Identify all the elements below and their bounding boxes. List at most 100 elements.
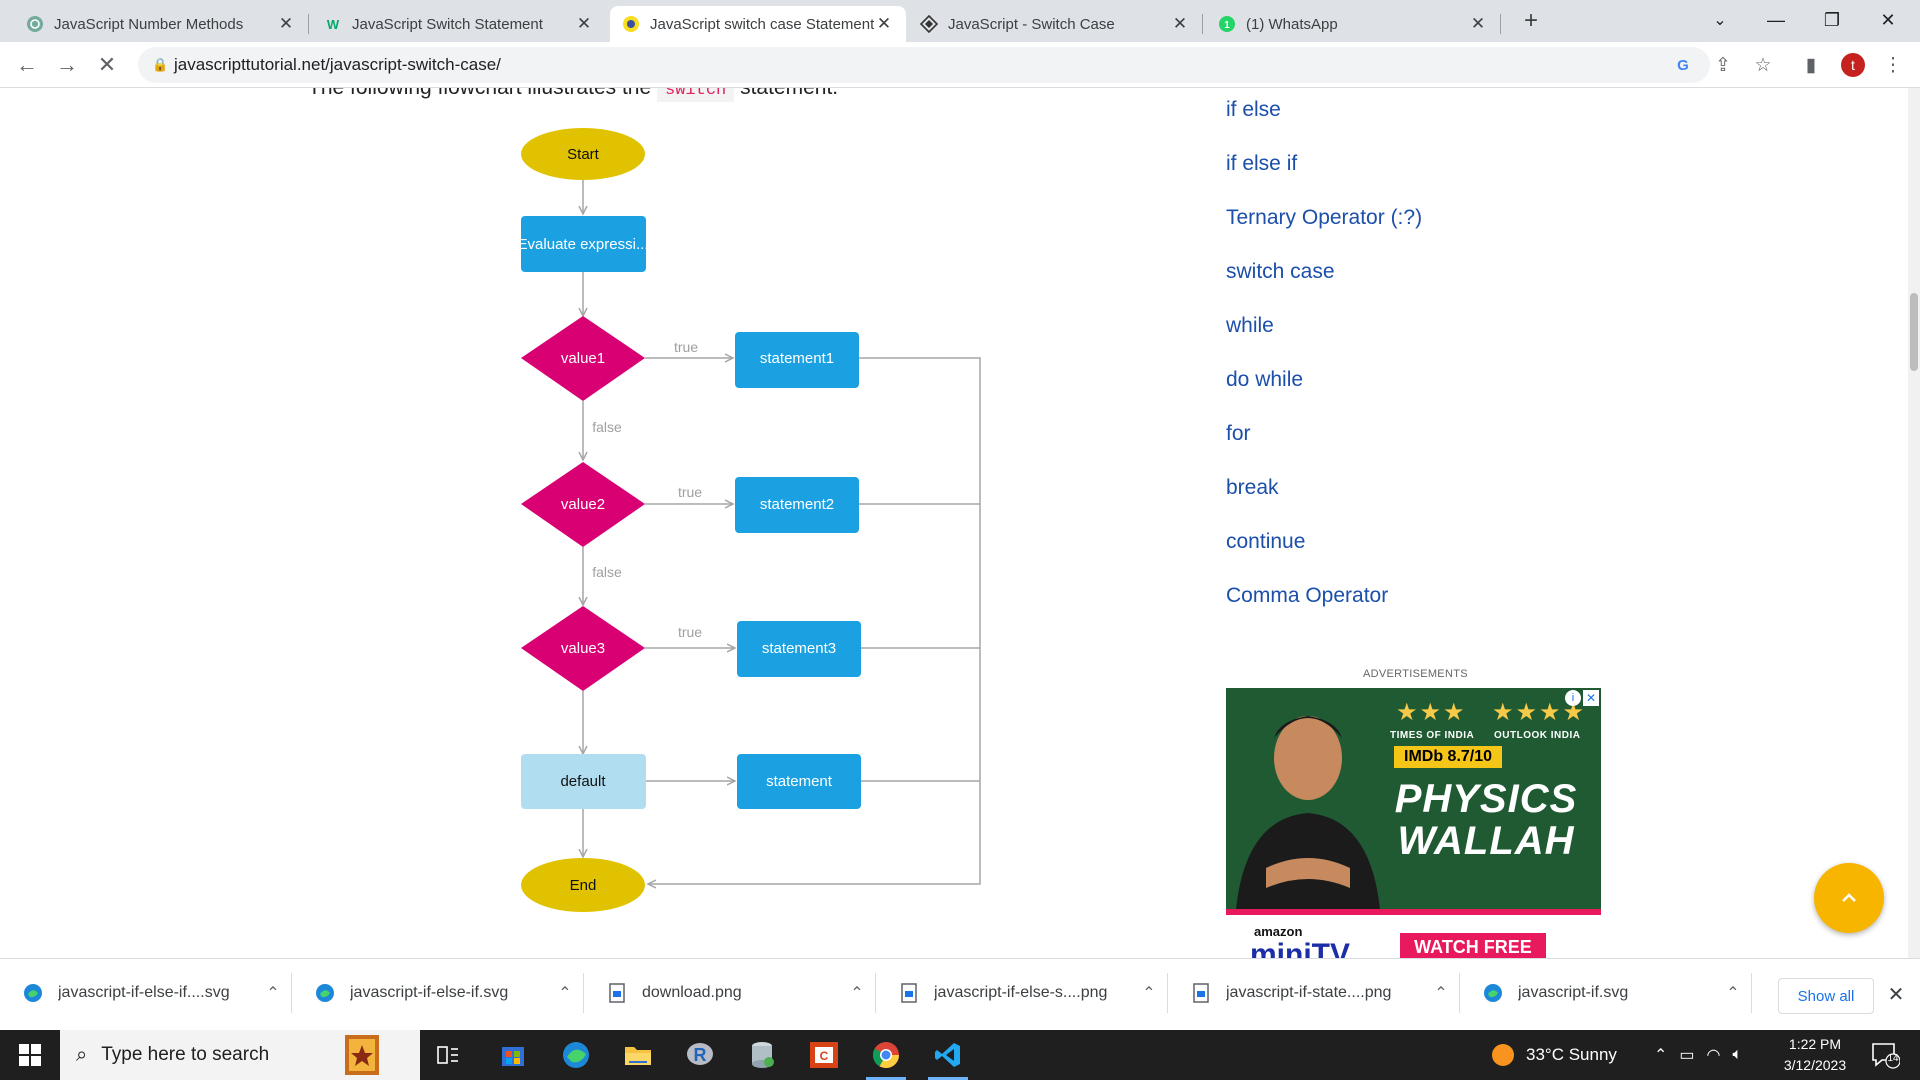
chrome-browser-icon[interactable] xyxy=(858,1030,914,1080)
tab-search-button[interactable]: ⌄ xyxy=(1692,0,1748,40)
sidebar-link-if-else-if[interactable]: if else if xyxy=(1226,152,1422,206)
task-view-icon[interactable] xyxy=(420,1030,476,1080)
sidebar-link-ternary[interactable]: Ternary Operator (:?) xyxy=(1226,206,1422,260)
ad-brand-title: PHYSICS WALLAH xyxy=(1386,778,1586,862)
chevron-up-icon[interactable]: ⌃ xyxy=(550,983,580,1003)
sidebar-link-while[interactable]: while xyxy=(1226,314,1422,368)
statement3-label: statement3 xyxy=(762,640,836,657)
profile-avatar[interactable]: t xyxy=(1838,50,1868,80)
chevron-up-icon[interactable]: ⌃ xyxy=(258,983,288,1003)
volume-icon[interactable]: 🔈︎ xyxy=(1733,1046,1743,1064)
wifi-icon[interactable]: ◠ xyxy=(1707,1045,1721,1065)
tab-switch-statement[interactable]: W JavaScript Switch Statement ✕ xyxy=(312,6,606,42)
vscode-icon[interactable] xyxy=(920,1030,976,1080)
close-download-shelf-icon[interactable]: ✕ xyxy=(1880,979,1912,1011)
scroll-to-top-button[interactable] xyxy=(1814,863,1884,933)
system-tray: ⌃ ▭ ◠ 🔈︎ xyxy=(1654,1030,1742,1080)
url-text: javascripttutorial.net/javascript-switch… xyxy=(174,55,501,74)
start-label: Start xyxy=(567,146,600,163)
storage-app-icon[interactable] xyxy=(734,1030,790,1080)
minimize-button[interactable]: — xyxy=(1748,0,1804,40)
google-lens-icon[interactable]: G xyxy=(1668,50,1698,80)
tab-title: JavaScript Switch Statement xyxy=(352,15,543,33)
side-panel-icon[interactable]: ▮ xyxy=(1796,50,1826,80)
share-icon[interactable]: ⇪ xyxy=(1708,50,1738,80)
advertisement-banner[interactable]: ★★★ ★★★★ TIMES OF INDIA OUTLOOK INDIA IM… xyxy=(1226,688,1601,958)
publisher-label: TIMES OF INDIA xyxy=(1390,730,1475,741)
tab-switch-case-tp[interactable]: JavaScript - Switch Case ✕ xyxy=(908,6,1203,42)
microsoft-store-icon[interactable] xyxy=(485,1030,541,1080)
download-item[interactable]: javascript-if-else-if.svg ⌃ xyxy=(292,971,584,1015)
download-item[interactable]: javascript-if.svg ⌃ xyxy=(1460,971,1752,1015)
close-tab-icon[interactable]: ✕ xyxy=(276,14,296,34)
end-label: End xyxy=(570,877,597,894)
download-item[interactable]: javascript-if-else-s....png ⌃ xyxy=(876,971,1168,1015)
forward-button[interactable]: → xyxy=(50,49,84,81)
tab-title: (1) WhatsApp xyxy=(1246,15,1338,33)
battery-icon[interactable]: ▭ xyxy=(1679,1045,1694,1065)
download-shelf: javascript-if-else-if....svg ⌃ javascrip… xyxy=(0,958,1920,1030)
back-button[interactable]: ← xyxy=(10,49,44,81)
edge-file-icon xyxy=(1482,982,1504,1004)
tab-switch-case-active[interactable]: JavaScript switch case Statement ✕ xyxy=(610,6,906,42)
close-tab-icon[interactable]: ✕ xyxy=(574,14,594,34)
sidebar-link-do-while[interactable]: do while xyxy=(1226,368,1422,422)
edge-browser-icon[interactable] xyxy=(548,1030,604,1080)
download-item[interactable]: javascript-if-state....png ⌃ xyxy=(1168,971,1460,1015)
notification-center-icon[interactable]: 14 xyxy=(1870,1040,1906,1070)
chevron-up-icon[interactable]: ⌃ xyxy=(842,983,872,1003)
close-tab-icon[interactable]: ✕ xyxy=(1468,14,1488,34)
chevron-up-icon[interactable]: ⌃ xyxy=(1134,983,1164,1003)
weather-text: 33°C Sunny xyxy=(1526,1045,1617,1064)
close-tab-icon[interactable]: ✕ xyxy=(1170,14,1190,34)
presentation-app-icon[interactable]: C xyxy=(796,1030,852,1080)
chatgpt-icon xyxy=(26,15,44,33)
windows-taskbar: ⌕ Type here to search R C 33°C Sunny ⌃ ▭… xyxy=(0,1030,1920,1080)
search-icon: ⌕ xyxy=(76,1043,88,1066)
r-app-icon[interactable]: R xyxy=(672,1030,728,1080)
sidebar-link-comma-operator[interactable]: Comma Operator xyxy=(1226,584,1422,638)
download-filename: download.png xyxy=(642,984,742,1001)
ad-person-image xyxy=(1236,716,1380,909)
sidebar-link-if-else[interactable]: if else xyxy=(1226,98,1422,152)
show-all-downloads-button[interactable]: Show all xyxy=(1778,978,1874,1014)
sidebar-link-switch-case[interactable]: switch case xyxy=(1226,260,1422,314)
tab-number-methods[interactable]: JavaScript Number Methods ✕ xyxy=(14,6,309,42)
ad-info-icon[interactable]: i xyxy=(1565,690,1581,706)
ads-label: ADVERTISEMENTS xyxy=(1363,668,1468,680)
chevron-up-icon[interactable]: ⌃ xyxy=(1426,983,1456,1003)
close-tab-icon[interactable]: ✕ xyxy=(874,14,894,34)
stop-loading-button[interactable]: ✕ xyxy=(90,49,124,81)
windows-start-button[interactable] xyxy=(0,1030,60,1080)
restore-button[interactable]: ❐ xyxy=(1804,0,1860,40)
chevron-up-icon[interactable]: ⌃ xyxy=(1718,983,1748,1003)
new-tab-button[interactable]: + xyxy=(1516,8,1546,36)
amazon-logo: amazon xyxy=(1254,924,1303,939)
sidebar-link-for[interactable]: for xyxy=(1226,422,1422,476)
sidebar-link-break[interactable]: break xyxy=(1226,476,1422,530)
menu-kebab-icon[interactable]: ⋮ xyxy=(1878,50,1908,80)
close-window-button[interactable]: ✕ xyxy=(1860,0,1916,40)
search-highlight-icon[interactable] xyxy=(334,1030,390,1080)
watch-free-button[interactable]: WATCH FREE xyxy=(1400,933,1546,958)
system-clock[interactable]: 1:22 PM 3/12/2023 xyxy=(1760,1034,1870,1076)
bookmark-star-icon[interactable]: ☆ xyxy=(1748,50,1778,80)
default-label: default xyxy=(560,773,606,790)
chevron-up-icon xyxy=(1842,893,1856,902)
download-filename: javascript-if-else-if.svg xyxy=(350,984,509,1001)
page-scrollbar[interactable] xyxy=(1908,88,1920,958)
chevron-up-icon[interactable]: ⌃ xyxy=(1654,1045,1667,1065)
statement2-label: statement2 xyxy=(760,496,834,513)
address-bar[interactable]: 🔒 javascripttutorial.net/javascript-swit… xyxy=(138,47,1710,83)
scrollbar-thumb[interactable] xyxy=(1910,293,1918,371)
download-filename: javascript-if.svg xyxy=(1518,984,1629,1001)
file-explorer-icon[interactable] xyxy=(610,1030,666,1080)
value2-label: value2 xyxy=(561,496,605,513)
value3-label: value3 xyxy=(561,640,605,657)
download-item[interactable]: javascript-if-else-if....svg ⌃ xyxy=(0,971,292,1015)
ad-close-icon[interactable]: ✕ xyxy=(1583,690,1599,706)
download-item[interactable]: download.png ⌃ xyxy=(584,971,876,1015)
sidebar-link-continue[interactable]: continue xyxy=(1226,530,1422,584)
weather-widget[interactable]: 33°C Sunny xyxy=(1490,1030,1617,1080)
tab-whatsapp[interactable]: 1 (1) WhatsApp ✕ xyxy=(1206,6,1501,42)
